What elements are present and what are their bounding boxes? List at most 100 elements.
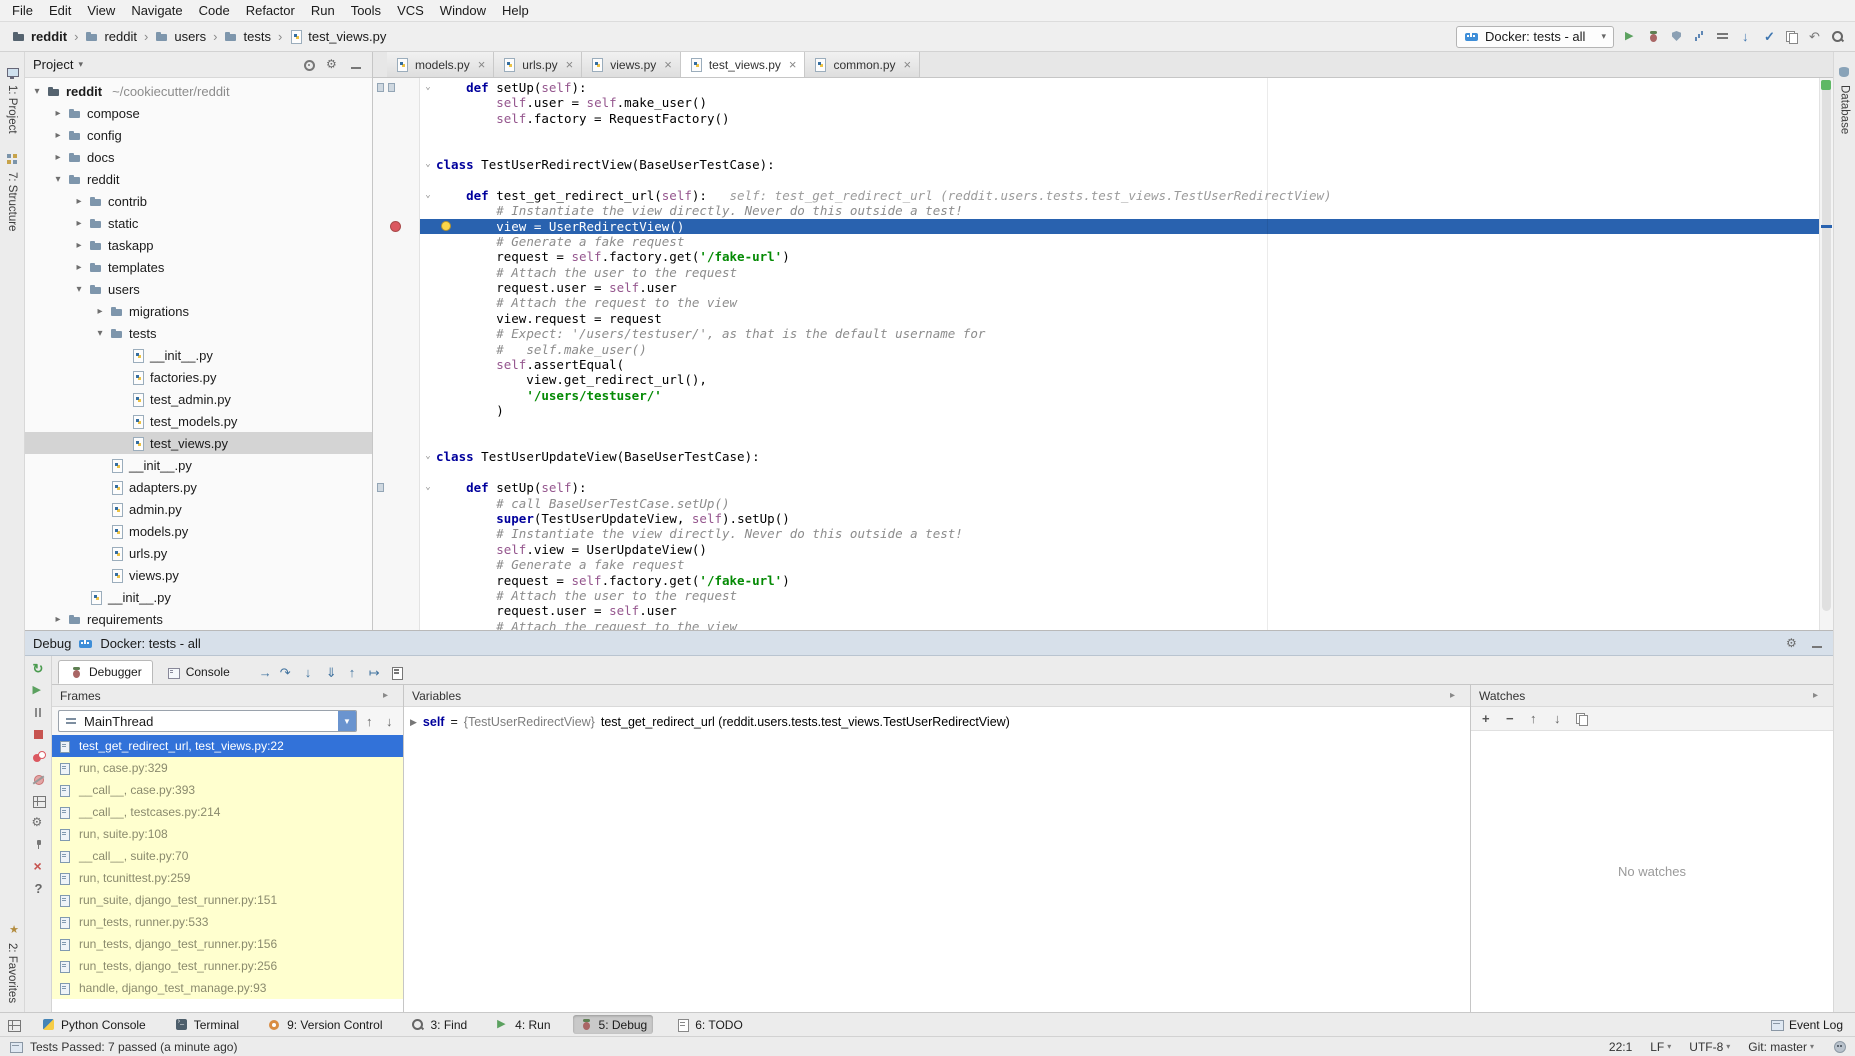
copy-icon[interactable]	[1574, 711, 1589, 726]
panel-menu-icon[interactable]	[1447, 688, 1462, 703]
toolwindow-tab-7-structure[interactable]: 7: Structure	[4, 143, 21, 240]
tree-collapse-arrow-icon[interactable]: ▾	[52, 174, 64, 185]
vcs-compare-icon[interactable]	[1784, 29, 1799, 44]
code-line[interactable]: ⌄ def test_get_redirect_url(self): self:…	[373, 188, 1819, 203]
chevron-down-icon[interactable]: ▾	[78, 59, 83, 70]
force-step-into-icon[interactable]	[323, 665, 338, 680]
tree-item-compose[interactable]: ▸compose	[25, 102, 372, 124]
code-line[interactable]: view.request = request	[373, 311, 1819, 326]
menu-code[interactable]: Code	[191, 1, 238, 20]
code-line[interactable]: # Attach the request to the view	[373, 619, 1819, 630]
menu-view[interactable]: View	[79, 1, 123, 20]
tree-expand-arrow-icon[interactable]: ▸	[52, 108, 64, 119]
tree-collapse-arrow-icon[interactable]: ▾	[73, 284, 85, 295]
toolwindow-button-4-run[interactable]: 4: Run	[489, 1015, 556, 1034]
breadcrumb-item-test-views-py[interactable]: test_views.py	[287, 28, 388, 45]
code-line[interactable]	[373, 126, 1819, 141]
tab-close-icon[interactable]: ×	[664, 57, 672, 72]
frame-row[interactable]: run_tests, django_test_runner.py:156	[52, 933, 403, 955]
toolwindow-button-9-version-control[interactable]: 9: Version Control	[261, 1015, 388, 1034]
run-config-select[interactable]: Docker: tests - all ▾	[1456, 26, 1614, 48]
breakpoint-icon[interactable]	[390, 221, 401, 232]
profiler-icon[interactable]	[1692, 29, 1707, 44]
close-icon[interactable]	[31, 859, 46, 874]
restore-layout-icon[interactable]	[31, 793, 46, 808]
tree-item-users[interactable]: ▾users	[25, 278, 372, 300]
code-line[interactable]: # Attach the user to the request	[373, 588, 1819, 603]
step-out-icon[interactable]	[345, 665, 360, 680]
code-line[interactable]: # Generate a fake request	[373, 234, 1819, 249]
inspections-profile-icon[interactable]	[1832, 1039, 1847, 1054]
debug-tab-debugger[interactable]: Debugger	[58, 660, 153, 684]
tab-close-icon[interactable]: ×	[904, 57, 912, 72]
tree-expand-arrow-icon[interactable]: ▸	[73, 240, 85, 251]
code-line[interactable]: # call BaseUserTestCase.setUp()	[373, 496, 1819, 511]
tree-item-models-py[interactable]: models.py	[25, 520, 372, 542]
next-frame-icon[interactable]	[382, 714, 397, 729]
tree-expand-arrow-icon[interactable]: ▸	[52, 614, 64, 625]
fold-arrow-icon[interactable]: ⌄	[420, 80, 436, 95]
variable-row[interactable]: ▶self={TestUserRedirectView}test_get_red…	[410, 711, 1464, 733]
frame-row[interactable]: run_suite, django_test_runner.py:151	[52, 889, 403, 911]
thread-select[interactable]: MainThread ▼	[58, 710, 357, 732]
toolwindow-button-python-console[interactable]: Python Console	[35, 1015, 152, 1034]
code-line[interactable]: )	[373, 403, 1819, 418]
code-line[interactable]: # Attach the user to the request	[373, 265, 1819, 280]
move-down-icon[interactable]	[1550, 711, 1565, 726]
frame-row[interactable]: __call__, case.py:393	[52, 779, 403, 801]
help-icon[interactable]	[31, 881, 46, 896]
pause-icon[interactable]	[31, 705, 46, 720]
code-line[interactable]	[373, 434, 1819, 449]
code-line[interactable]: # Attach the request to the view	[373, 295, 1819, 310]
code-line[interactable]: # Generate a fake request	[373, 557, 1819, 572]
search-everywhere-icon[interactable]	[1830, 29, 1845, 44]
code-line[interactable]: super(TestUserUpdateView, self).setUp()	[373, 511, 1819, 526]
fold-arrow-icon[interactable]: ⌄	[420, 157, 436, 172]
tab-views-py[interactable]: views.py×	[582, 52, 681, 77]
locate-file-icon[interactable]	[301, 57, 316, 72]
breadcrumb-item-tests[interactable]: tests	[222, 28, 272, 45]
tree-item-taskapp[interactable]: ▸taskapp	[25, 234, 372, 256]
tab-common-py[interactable]: common.py×	[805, 52, 920, 77]
step-into-icon[interactable]	[301, 665, 316, 680]
evaluate-icon[interactable]	[389, 665, 404, 680]
code-line[interactable]: request = self.factory.get('/fake-url')	[373, 249, 1819, 264]
frame-row[interactable]: run, case.py:329	[52, 757, 403, 779]
menu-run[interactable]: Run	[303, 1, 343, 20]
menu-navigate[interactable]: Navigate	[123, 1, 190, 20]
frame-row[interactable]: run_tests, runner.py:533	[52, 911, 403, 933]
code-line[interactable]: self.factory = RequestFactory()	[373, 111, 1819, 126]
toolwindow-switcher-icon[interactable]	[6, 1017, 21, 1032]
fold-arrow-icon[interactable]: ⌄	[420, 480, 436, 495]
step-over-icon[interactable]	[279, 665, 294, 680]
line-separator-widget[interactable]: LF▾	[1650, 1040, 1671, 1054]
tree-collapse-arrow-icon[interactable]: ▾	[94, 328, 106, 339]
hide-panel-icon[interactable]	[1810, 636, 1825, 651]
run-icon[interactable]	[1623, 29, 1638, 44]
menu-refactor[interactable]: Refactor	[238, 1, 303, 20]
toolwindow-button-6-todo[interactable]: 6: TODO	[669, 1015, 749, 1034]
gear-icon[interactable]	[325, 57, 340, 72]
tree-item-urls-py[interactable]: urls.py	[25, 542, 372, 564]
tree-item-init-py[interactable]: __init__.py	[25, 586, 372, 608]
code-line[interactable]: # Expect: '/users/testuser/', as that is…	[373, 326, 1819, 341]
toolwindow-tab-2-favorites[interactable]: 2: Favorites	[4, 914, 21, 1012]
toolwindow-button-terminal[interactable]: Terminal	[168, 1015, 245, 1034]
frame-row[interactable]: __call__, testcases.py:214	[52, 801, 403, 823]
menu-edit[interactable]: Edit	[41, 1, 79, 20]
tree-item-adapters-py[interactable]: adapters.py	[25, 476, 372, 498]
code-line[interactable]	[373, 172, 1819, 187]
tree-expand-arrow-icon[interactable]: ▸	[73, 196, 85, 207]
tree-item-test-admin-py[interactable]: test_admin.py	[25, 388, 372, 410]
code-area[interactable]: ⌄ def setUp(self): self.user = self.make…	[373, 78, 1819, 630]
tree-item-admin-py[interactable]: admin.py	[25, 498, 372, 520]
tree-item-test-views-py[interactable]: test_views.py	[25, 432, 372, 454]
toolwindow-button-event-log[interactable]: Event Log	[1763, 1015, 1849, 1034]
tree-expand-arrow-icon[interactable]: ▸	[94, 306, 106, 317]
code-line[interactable]: # self.make_user()	[373, 342, 1819, 357]
mute-breakpoints-icon[interactable]	[31, 771, 46, 786]
debug-icon[interactable]	[1646, 29, 1661, 44]
run-to-cursor-icon[interactable]	[367, 665, 382, 680]
menu-file[interactable]: File	[4, 1, 41, 20]
code-line[interactable]: self.user = self.make_user()	[373, 95, 1819, 110]
